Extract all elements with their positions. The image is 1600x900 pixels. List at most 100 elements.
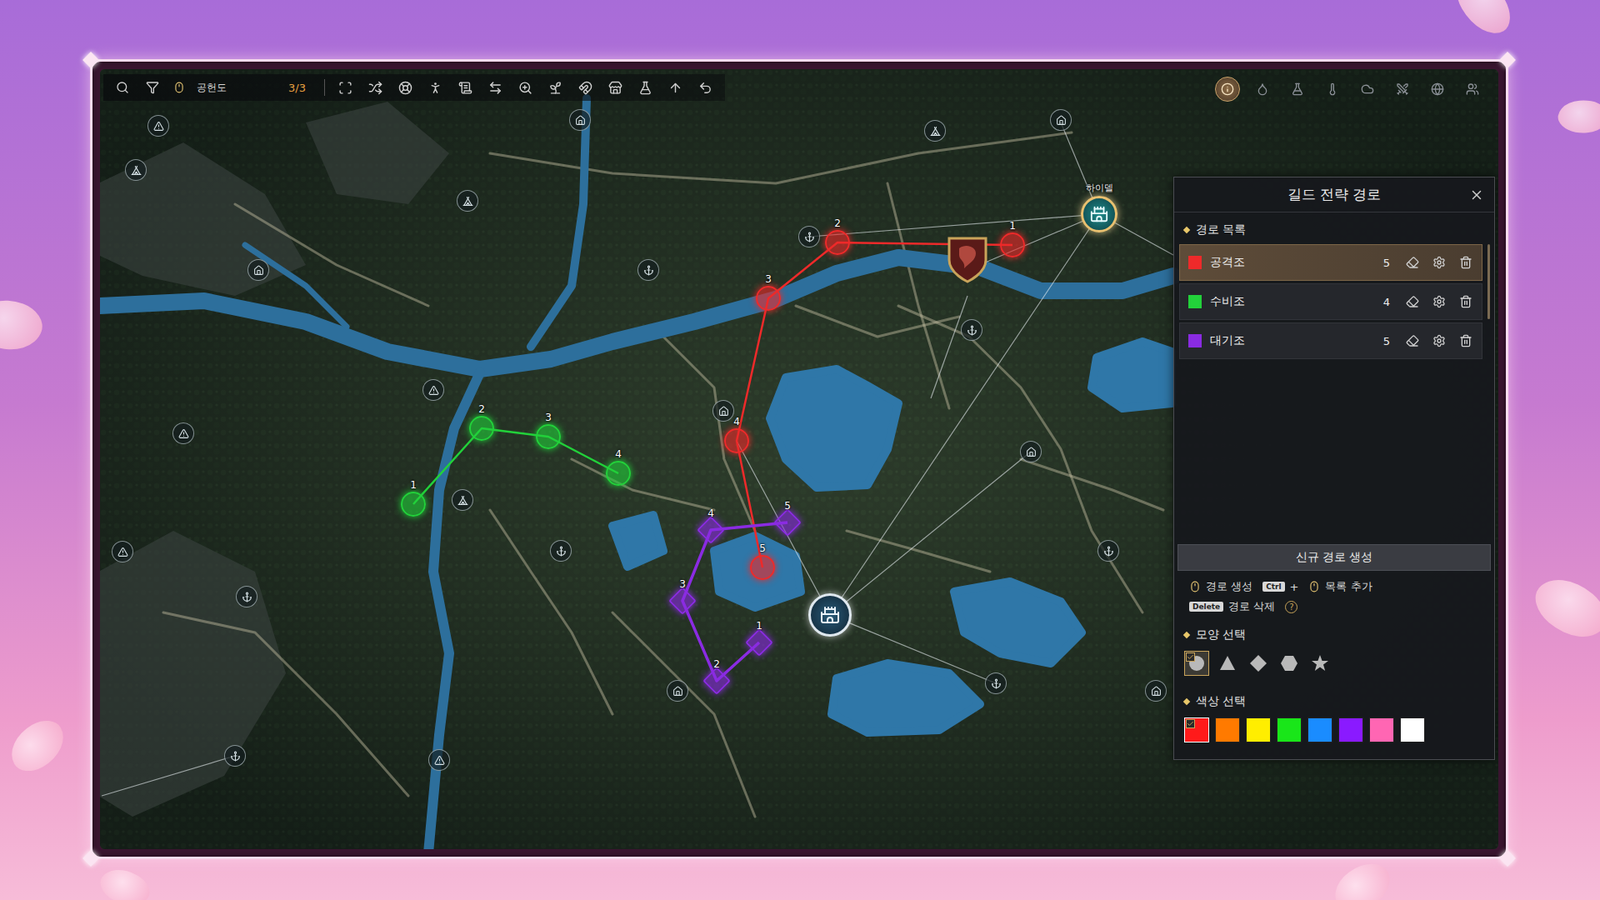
color-option[interactable]: [1400, 717, 1425, 743]
route-node[interactable]: 3: [755, 285, 781, 311]
route-row[interactable]: 공격조5: [1179, 244, 1483, 281]
map-pin[interactable]: [172, 422, 195, 445]
map-tool-button[interactable]: [456, 78, 475, 97]
close-button[interactable]: [1467, 185, 1486, 205]
map-pin-icon: [575, 115, 586, 126]
shape-option[interactable]: [1276, 650, 1302, 676]
route-node[interactable]: 4: [700, 520, 721, 540]
route-node[interactable]: 1: [1000, 232, 1025, 258]
map-pin[interactable]: [125, 159, 147, 181]
route-node[interactable]: 2: [706, 670, 727, 691]
route-node[interactable]: 5: [750, 555, 775, 580]
color-option[interactable]: [1245, 717, 1271, 743]
view-toggle-button[interactable]: [1250, 76, 1275, 102]
map-pin[interactable]: [1050, 109, 1072, 131]
map-pin[interactable]: [247, 259, 270, 281]
map-pin[interactable]: [111, 540, 134, 563]
route-node[interactable]: 1: [749, 632, 770, 653]
close-icon: [1469, 187, 1485, 203]
map-pin[interactable]: [224, 745, 246, 767]
map-pin[interactable]: [451, 489, 474, 511]
map-tool-button[interactable]: [396, 78, 415, 97]
town-marker[interactable]: [1080, 195, 1118, 233]
map-tool-button[interactable]: [426, 78, 445, 97]
route-node[interactable]: 1: [400, 491, 426, 517]
delete-button[interactable]: [1456, 253, 1475, 272]
map-pin[interactable]: [666, 680, 689, 702]
route-node-number: 3: [545, 412, 552, 423]
route-node[interactable]: 5: [777, 512, 798, 533]
map-tool-button[interactable]: [516, 78, 535, 97]
map-pin[interactable]: [1145, 680, 1167, 702]
color-option[interactable]: [1276, 717, 1302, 743]
route-row[interactable]: 대기조5: [1179, 322, 1483, 360]
new-route-button[interactable]: 신규 경로 생성: [1177, 544, 1491, 571]
route-node[interactable]: 3: [672, 590, 693, 611]
color-option[interactable]: [1338, 717, 1364, 743]
delete-button[interactable]: [1456, 292, 1475, 311]
scrollbar[interactable]: [1487, 244, 1490, 320]
view-toggle-button[interactable]: [1355, 76, 1380, 102]
map-pin[interactable]: [985, 672, 1007, 695]
map-pin[interactable]: [712, 400, 735, 422]
route-node[interactable]: 2: [469, 415, 495, 441]
map-tool-button[interactable]: [546, 78, 565, 97]
search-button[interactable]: [113, 78, 132, 97]
map-pin[interactable]: [456, 190, 479, 212]
clear-button[interactable]: [1403, 292, 1422, 311]
map-tool-button[interactable]: [636, 78, 655, 97]
map-tool-button[interactable]: [666, 78, 685, 97]
map-tool-button[interactable]: [606, 78, 625, 97]
route-row[interactable]: 수비조4: [1179, 283, 1483, 320]
world-map[interactable]: 하이델12345123412345공헌도3/3길드 전략 경로경로 목록공격조5…: [100, 69, 1499, 850]
map-tool-button[interactable]: [336, 78, 355, 97]
map-tool-button[interactable]: [696, 78, 715, 97]
delete-button[interactable]: [1456, 331, 1475, 350]
map-pin[interactable]: [428, 749, 450, 771]
instruction-text: 경로 생성: [1205, 579, 1253, 595]
shape-option[interactable]: [1184, 650, 1210, 676]
filter-button[interactable]: [143, 78, 162, 97]
map-pin[interactable]: [550, 540, 572, 562]
map-pin-icon: [230, 750, 241, 762]
settings-button[interactable]: [1430, 253, 1449, 272]
settings-button[interactable]: [1430, 292, 1449, 311]
map-pin[interactable]: [798, 225, 820, 248]
shape-option[interactable]: [1245, 650, 1271, 676]
map-pin[interactable]: [147, 115, 170, 137]
shape-option[interactable]: [1307, 650, 1333, 676]
route-node[interactable]: 3: [535, 424, 561, 450]
map-pin[interactable]: [422, 379, 445, 401]
color-option[interactable]: [1307, 717, 1333, 743]
map-pin[interactable]: [235, 585, 258, 608]
clear-button[interactable]: [1403, 253, 1422, 272]
route-node[interactable]: 2: [825, 230, 850, 255]
map-tool-button[interactable]: [576, 78, 595, 97]
help-button[interactable]: ?: [1285, 600, 1298, 614]
map-pin[interactable]: [1097, 540, 1120, 562]
map-pin[interactable]: [960, 319, 983, 341]
view-toggle-button[interactable]: [1320, 76, 1345, 102]
route-node[interactable]: 4: [724, 428, 750, 454]
color-option[interactable]: [1215, 717, 1240, 743]
map-pin[interactable]: [1020, 440, 1042, 463]
map-pin[interactable]: [569, 109, 591, 131]
view-toggle-button[interactable]: [1460, 76, 1485, 102]
map-pin[interactable]: [924, 120, 946, 142]
view-toggle-button[interactable]: [1215, 76, 1240, 102]
view-toggle-button[interactable]: [1425, 76, 1450, 102]
map-pin[interactable]: [637, 259, 660, 281]
route-node[interactable]: 4: [605, 460, 631, 486]
shape-option[interactable]: [1215, 650, 1240, 676]
view-toggle-button[interactable]: [1285, 76, 1310, 102]
map-tool-button[interactable]: [486, 78, 505, 97]
clear-button[interactable]: [1403, 331, 1422, 350]
color-option[interactable]: [1369, 717, 1395, 743]
map-tool-button[interactable]: [366, 78, 385, 97]
guild-emblem-icon[interactable]: [945, 235, 990, 285]
fortress-marker[interactable]: [808, 593, 852, 637]
view-toggle-button[interactable]: [1390, 76, 1415, 102]
settings-button[interactable]: [1430, 331, 1449, 350]
color-option[interactable]: [1184, 717, 1210, 743]
map-tool-icon: [668, 80, 683, 95]
